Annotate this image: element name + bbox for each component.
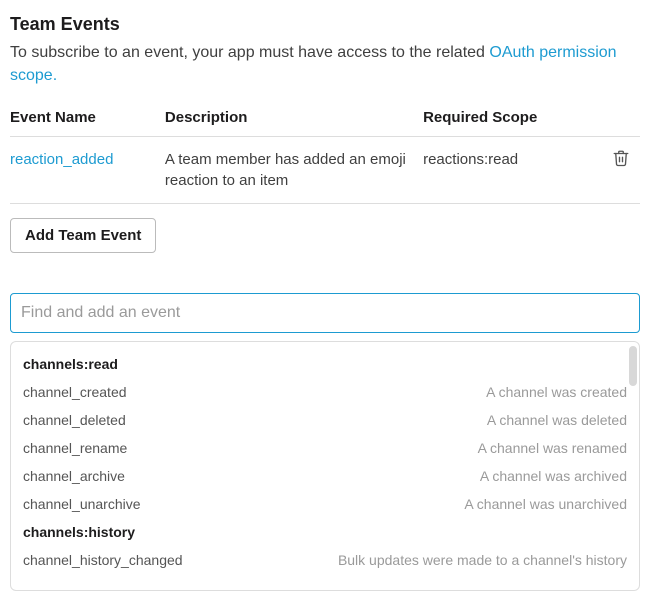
event-option-name: channel_deleted <box>23 412 126 428</box>
intro-text: To subscribe to an event, your app must … <box>10 41 640 87</box>
event-option-name: channel_rename <box>23 440 127 456</box>
event-description: A team member has added an emoji reactio… <box>165 137 423 204</box>
event-option-name: channel_history_changed <box>23 552 183 568</box>
event-dropdown: channels:read channel_created A channel wa… <box>10 341 640 591</box>
events-table: Event Name Description Required Scope re… <box>10 101 640 204</box>
event-option[interactable]: channel_rename A channel was renamed <box>11 434 639 462</box>
event-scope: reactions:read <box>423 137 599 204</box>
event-option-desc: Bulk updates were made to a channel's hi… <box>338 552 627 568</box>
scope-header: channels:read <box>11 350 639 378</box>
event-search-input[interactable] <box>10 293 640 333</box>
col-header-scope: Required Scope <box>423 101 599 137</box>
event-option-name: channel_created <box>23 384 127 400</box>
event-option[interactable]: channel_archive A channel was archived <box>11 462 639 490</box>
event-option[interactable]: channel_unarchive A channel was unarchive… <box>11 490 639 518</box>
event-option-desc: A channel was renamed <box>478 440 627 456</box>
event-option[interactable]: channel_deleted A channel was deleted <box>11 406 639 434</box>
event-option-desc: A channel was archived <box>480 468 627 484</box>
trash-icon[interactable] <box>612 149 630 167</box>
scope-header: channels:history <box>11 518 639 546</box>
event-name-link[interactable]: reaction_added <box>10 151 113 168</box>
scrollbar-thumb[interactable] <box>629 346 637 386</box>
event-option[interactable]: channel_created A channel was created <box>11 378 639 406</box>
event-option-name: channel_unarchive <box>23 496 141 512</box>
col-header-actions <box>599 101 640 137</box>
add-team-event-button[interactable]: Add Team Event <box>10 218 156 253</box>
event-option-name: channel_archive <box>23 468 125 484</box>
col-header-desc: Description <box>165 101 423 137</box>
event-option-desc: A channel was unarchived <box>464 496 627 512</box>
col-header-event: Event Name <box>10 101 165 137</box>
intro-prefix: To subscribe to an event, your app must … <box>10 44 489 61</box>
page-title: Team Events <box>10 14 640 35</box>
event-option-desc: A channel was created <box>486 384 627 400</box>
event-option[interactable]: channel_history_changed Bulk updates were… <box>11 546 639 574</box>
table-row: reaction_added A team member has added a… <box>10 137 640 204</box>
event-option-desc: A channel was deleted <box>487 412 627 428</box>
